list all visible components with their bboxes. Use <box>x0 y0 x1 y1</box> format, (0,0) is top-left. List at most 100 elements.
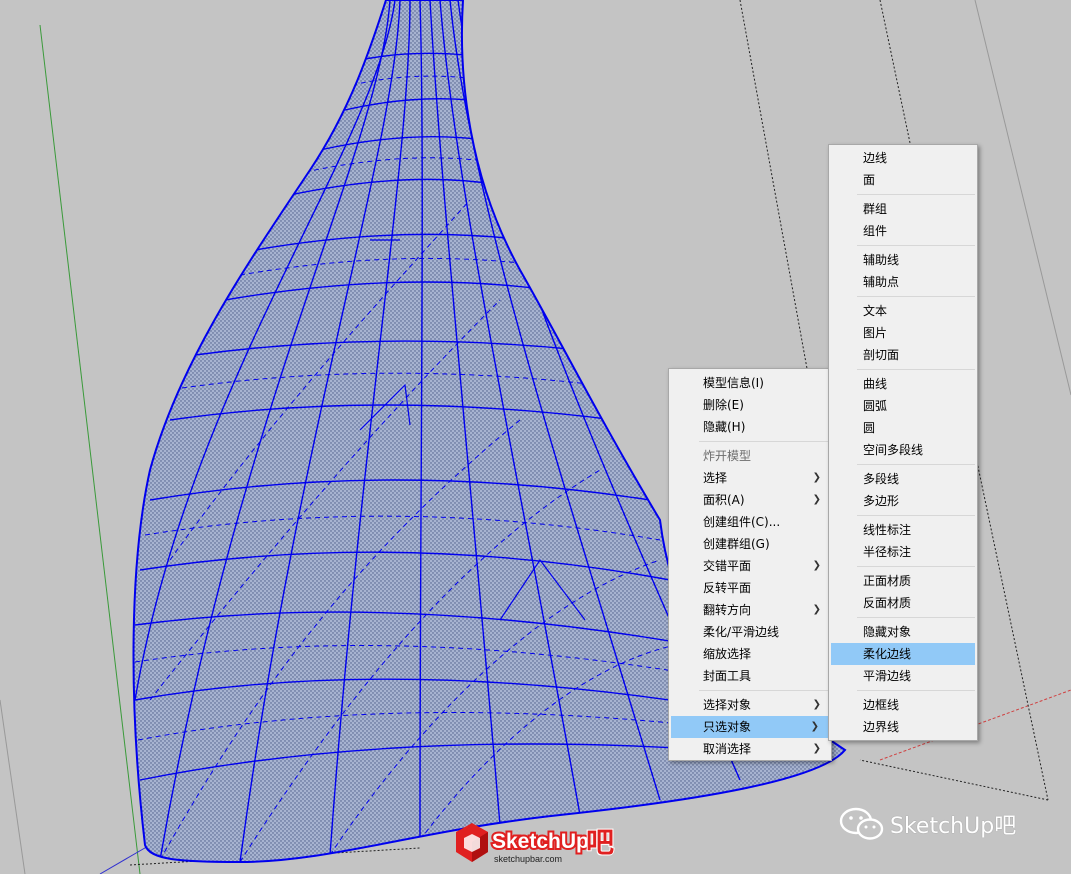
menu-item-label: 反面材质 <box>863 596 912 610</box>
submenu-item-25[interactable]: 正面材质 <box>829 570 977 592</box>
menu-item-label: 只选对象 <box>703 720 752 734</box>
wechat-text: SketchUp吧 <box>890 814 1017 839</box>
menu-separator <box>857 464 975 465</box>
submenu-item-8[interactable]: 辅助点 <box>829 271 977 293</box>
select-only-submenu: 边线面群组组件辅助线辅助点文本图片剖切面曲线圆弧圆空间多段线多段线多边形线性标注… <box>828 144 978 741</box>
context-menu-item-8[interactable]: 创建组件(C)... <box>669 511 831 533</box>
context-menu-item-5: 炸开模型 <box>669 445 831 467</box>
menu-item-label: 缩放选择 <box>703 647 752 661</box>
context-menu-item-2[interactable]: 删除(E) <box>669 394 831 416</box>
wechat-icon <box>839 807 884 840</box>
logo-text: SketchUp <box>492 830 589 853</box>
chevron-right-icon: ❯ <box>812 699 821 710</box>
menu-item-label: 圆弧 <box>863 399 888 413</box>
submenu-item-32[interactable]: 边框线 <box>829 694 977 716</box>
menu-item-label: 剖切面 <box>863 348 900 362</box>
menu-item-label: 曲线 <box>863 377 888 391</box>
menu-item-label: 柔化边线 <box>863 647 912 661</box>
menu-item-label: 取消选择 <box>703 742 752 756</box>
menu-item-label: 选择 <box>703 471 728 485</box>
menu-separator <box>699 690 829 691</box>
menu-item-label: 炸开模型 <box>703 449 752 463</box>
menu-item-label: 文本 <box>863 304 888 318</box>
context-menu-item-9[interactable]: 创建群组(G) <box>669 533 831 555</box>
chevron-right-icon: ❯ <box>810 721 819 732</box>
menu-separator <box>857 194 975 195</box>
context-menu-item-17[interactable]: 选择对象 ❯ <box>669 694 831 716</box>
submenu-item-5[interactable]: 组件 <box>829 220 977 242</box>
submenu-item-11[interactable]: 图片 <box>829 322 977 344</box>
menu-item-label: 边线 <box>863 151 888 165</box>
menu-separator <box>699 441 829 442</box>
menu-separator <box>857 515 975 516</box>
context-menu-item-18[interactable]: 只选对象 ❯ <box>671 716 829 738</box>
submenu-item-19[interactable]: 多段线 <box>829 468 977 490</box>
menu-item-label: 线性标注 <box>863 523 912 537</box>
context-menu-item-15[interactable]: 封面工具 <box>669 665 831 687</box>
submenu-item-1[interactable]: 边线 <box>829 147 977 169</box>
chevron-right-icon: ❯ <box>812 494 821 505</box>
submenu-item-12[interactable]: 剖切面 <box>829 344 977 366</box>
context-menu-item-12[interactable]: 翻转方向 ❯ <box>669 599 831 621</box>
menu-separator <box>857 296 975 297</box>
menu-item-label: 圆 <box>863 421 876 435</box>
context-menu-item-3[interactable]: 隐藏(H) <box>669 416 831 438</box>
submenu-item-23[interactable]: 半径标注 <box>829 541 977 563</box>
menu-item-label: 删除(E) <box>703 398 744 412</box>
menu-item-label: 翻转方向 <box>703 603 752 617</box>
menu-separator <box>857 617 975 618</box>
chevron-right-icon: ❯ <box>812 560 821 571</box>
submenu-item-7[interactable]: 辅助线 <box>829 249 977 271</box>
submenu-item-22[interactable]: 线性标注 <box>829 519 977 541</box>
menu-item-label: 群组 <box>863 202 888 216</box>
menu-item-label: 半径标注 <box>863 545 912 559</box>
context-menu-item-13[interactable]: 柔化/平滑边线 <box>669 621 831 643</box>
menu-item-label: 辅助点 <box>863 275 900 289</box>
menu-separator <box>857 245 975 246</box>
context-menu-item-1[interactable]: 模型信息(I) <box>669 372 831 394</box>
menu-separator <box>857 369 975 370</box>
grey-edge <box>0 699 26 874</box>
chevron-right-icon: ❯ <box>812 743 821 754</box>
submenu-item-28[interactable]: 隐藏对象 <box>829 621 977 643</box>
context-menu-item-11[interactable]: 反转平面 <box>669 577 831 599</box>
wechat-watermark: SketchUp吧 <box>836 806 1016 842</box>
submenu-item-33[interactable]: 边界线 <box>829 716 977 738</box>
menu-item-label: 创建群组(G) <box>703 537 770 551</box>
submenu-item-16[interactable]: 圆 <box>829 417 977 439</box>
submenu-item-10[interactable]: 文本 <box>829 300 977 322</box>
context-menu: 模型信息(I) 删除(E) 隐藏(H) 炸开模型 选择 ❯ 面积(A) ❯ 创建组件(C)...… <box>668 368 832 761</box>
menu-item-label: 空间多段线 <box>863 443 924 457</box>
submenu-item-14[interactable]: 曲线 <box>829 373 977 395</box>
submenu-item-29[interactable]: 柔化边线 <box>831 643 975 665</box>
menu-item-label: 交错平面 <box>703 559 752 573</box>
menu-item-label: 柔化/平滑边线 <box>703 625 780 639</box>
context-menu-item-10[interactable]: 交错平面 ❯ <box>669 555 831 577</box>
chevron-right-icon: ❯ <box>812 604 821 615</box>
sketchupbar-logo: SketchUp 吧 sketchupbar.com <box>456 823 615 864</box>
menu-item-label: 多段线 <box>863 472 900 486</box>
logo-suffix: 吧 <box>586 826 614 859</box>
context-menu-item-14[interactable]: 缩放选择 <box>669 643 831 665</box>
context-menu-item-19[interactable]: 取消选择 ❯ <box>669 738 831 760</box>
submenu-item-2[interactable]: 面 <box>829 169 977 191</box>
menu-item-label: 组件 <box>863 224 888 238</box>
context-menu-item-7[interactable]: 面积(A) ❯ <box>669 489 831 511</box>
context-menu-item-6[interactable]: 选择 ❯ <box>669 467 831 489</box>
submenu-item-4[interactable]: 群组 <box>829 198 977 220</box>
chevron-right-icon: ❯ <box>812 472 821 483</box>
menu-item-label: 选择对象 <box>703 698 752 712</box>
submenu-item-26[interactable]: 反面材质 <box>829 592 977 614</box>
menu-item-label: 模型信息(I) <box>703 376 764 390</box>
submenu-item-20[interactable]: 多边形 <box>829 490 977 512</box>
submenu-item-30[interactable]: 平滑边线 <box>829 665 977 687</box>
menu-separator <box>857 690 975 691</box>
menu-item-label: 辅助线 <box>863 253 900 267</box>
logo-url: sketchupbar.com <box>494 854 562 864</box>
menu-item-label: 面 <box>863 173 876 187</box>
menu-item-label: 反转平面 <box>703 581 752 595</box>
menu-item-label: 边界线 <box>863 720 900 734</box>
submenu-item-17[interactable]: 空间多段线 <box>829 439 977 461</box>
blue-axis <box>99 844 151 874</box>
submenu-item-15[interactable]: 圆弧 <box>829 395 977 417</box>
